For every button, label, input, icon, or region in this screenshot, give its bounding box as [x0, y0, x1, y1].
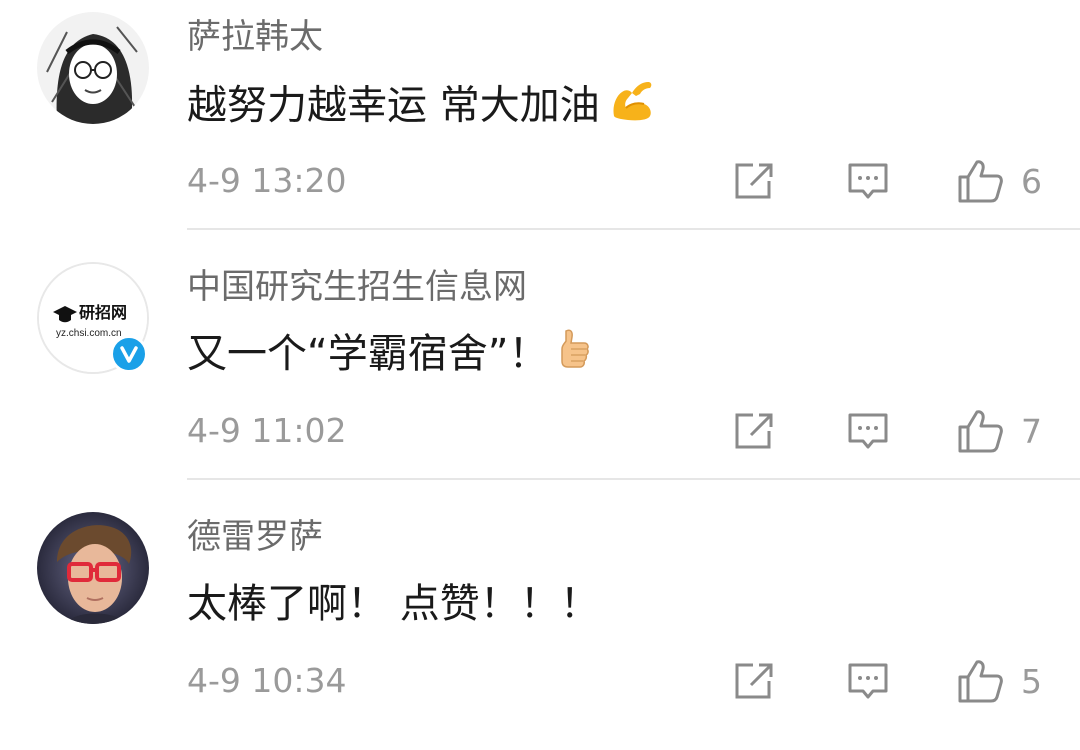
thumbs-up-icon [958, 410, 1003, 453]
username[interactable]: 德雷罗萨 [187, 512, 323, 562]
username[interactable]: 中国研究生招生信息网 [187, 262, 527, 312]
comment-bubble-icon [848, 663, 888, 699]
avatar-logo-text: 研招网 [79, 303, 127, 322]
avatar[interactable] [37, 12, 149, 124]
share-button[interactable] [733, 658, 775, 704]
like-button[interactable]: 6 [957, 158, 1042, 204]
reply-button[interactable] [847, 158, 889, 204]
verified-v-badge-icon [110, 335, 148, 373]
comment-text: 太棒了啊！ 点赞！！！ [187, 581, 600, 627]
comment-text-body: 又一个“学霸宿舍”！ [187, 331, 549, 377]
thumbs-up-icon [958, 660, 1003, 703]
comment-item: 德雷罗萨 太棒了啊！ 点赞！！！ 4-9 10:34 5 [0, 500, 1080, 750]
like-count: 6 [1021, 161, 1042, 201]
share-button[interactable] [733, 158, 775, 204]
comment-item: 萨拉韩太 越努力越幸运 常大加油 4-9 13:20 6 [0, 0, 1080, 250]
timestamp: 4-9 11:02 [187, 411, 347, 450]
comment-item: 研招网 yz.chsi.com.cn 中国研究生招生信息网 又一个“学霸宿舍”！… [0, 250, 1080, 500]
flexed-biceps-icon [608, 76, 656, 139]
like-button[interactable]: 7 [957, 408, 1042, 454]
thumbs-up-icon [958, 160, 1003, 203]
share-button[interactable] [733, 408, 775, 454]
timestamp: 4-9 10:34 [187, 661, 347, 700]
avatar[interactable] [37, 512, 149, 624]
share-edit-icon [735, 663, 773, 699]
reply-button[interactable] [847, 658, 889, 704]
reply-button[interactable] [847, 408, 889, 454]
comment-text: 又一个“学霸宿舍”！ [187, 326, 592, 386]
divider [187, 228, 1080, 230]
avatar-logo-url: yz.chsi.com.cn [56, 328, 122, 339]
comment-text: 越努力越幸运 常大加油 [187, 76, 656, 139]
comment-bubble-icon [848, 163, 888, 199]
share-edit-icon [735, 163, 773, 199]
share-edit-icon [735, 413, 773, 449]
timestamp: 4-9 13:20 [187, 161, 347, 200]
comment-text-body: 越努力越幸运 常大加油 [187, 82, 600, 129]
like-button[interactable]: 5 [957, 658, 1042, 704]
like-count: 7 [1021, 411, 1042, 451]
thumbs-up-emoji-icon [556, 327, 592, 386]
like-count: 5 [1021, 661, 1042, 701]
comment-bubble-icon [848, 413, 888, 449]
username[interactable]: 萨拉韩太 [187, 12, 323, 62]
divider [187, 478, 1080, 480]
